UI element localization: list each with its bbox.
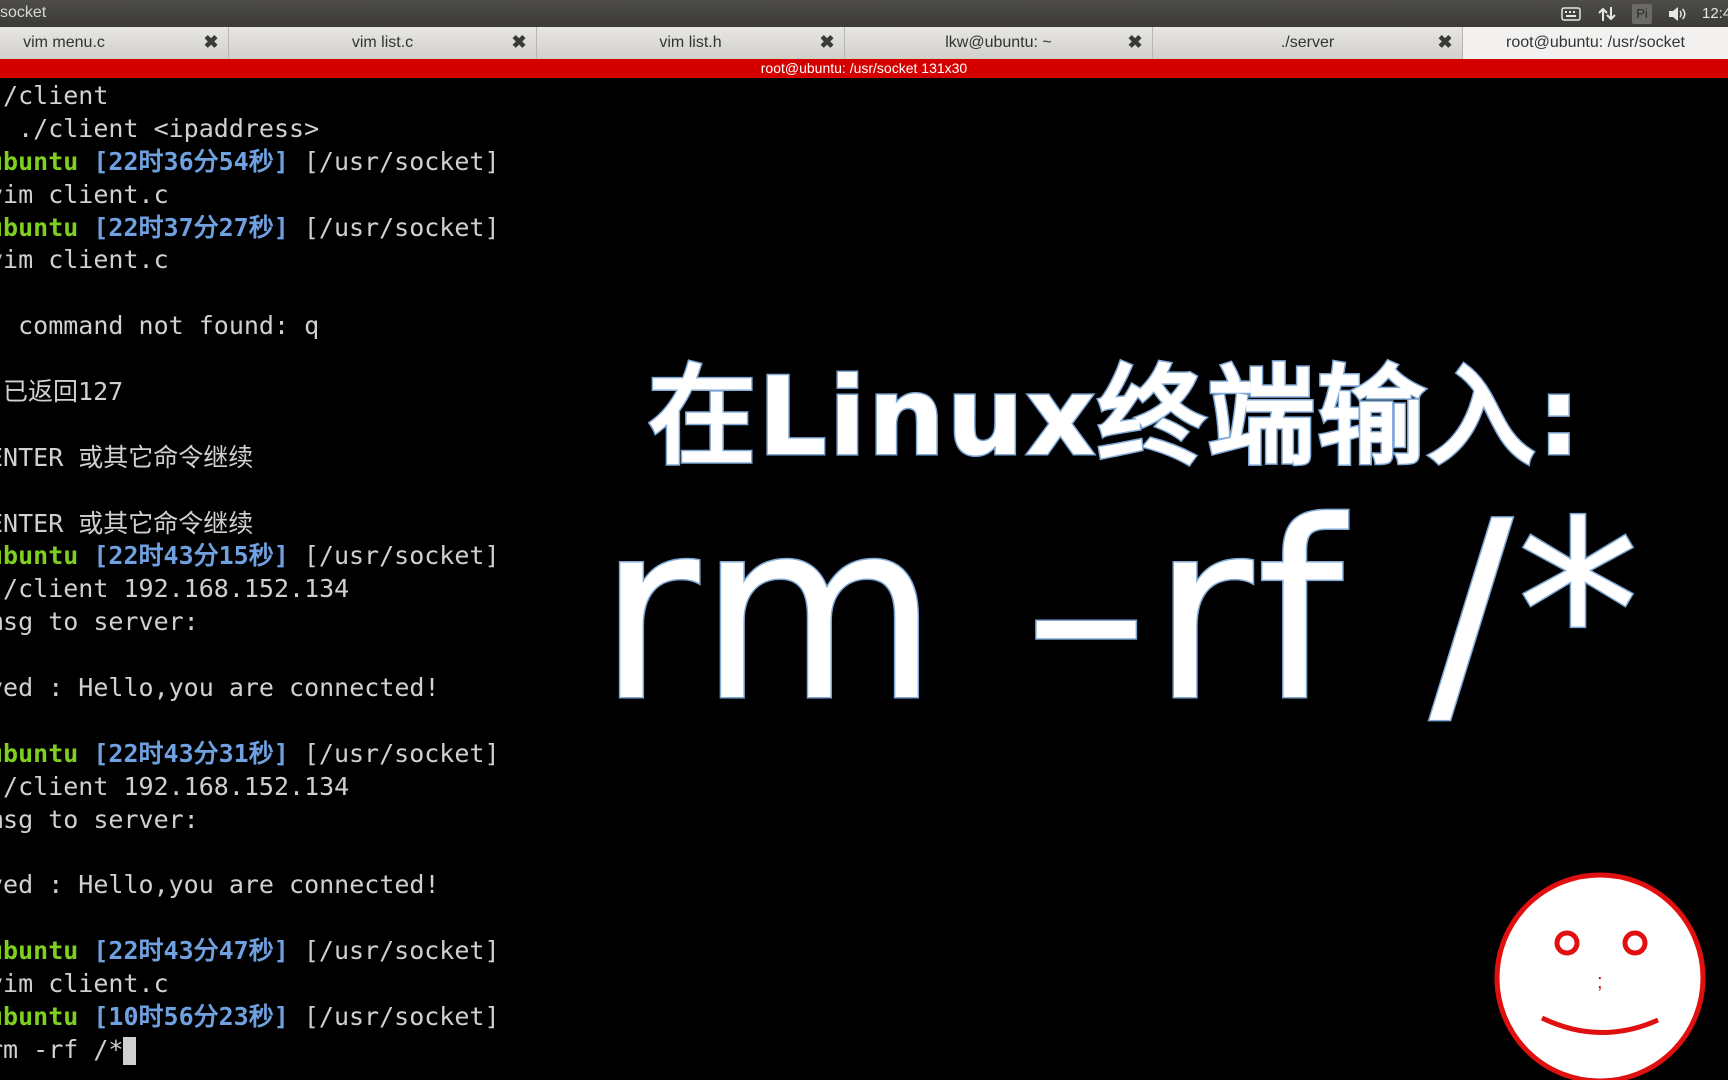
prompt-time: [10时56分23秒]	[93, 1001, 289, 1031]
prompt-path: [/usr/socket]	[288, 146, 500, 176]
close-icon[interactable]: ✖	[202, 33, 220, 51]
terminal-text: ./client 192.168.152.134	[0, 574, 350, 604]
prompt-host: ubuntu	[0, 146, 79, 176]
smiley-face: ;	[1494, 872, 1706, 1080]
tab-root-socket[interactable]: root@ubuntu: /usr/socket	[1463, 27, 1728, 59]
terminal-title-bar: root@ubuntu: /usr/socket 131x30	[0, 59, 1728, 78]
tab-vim-list-c[interactable]: vim list.c ✖	[229, 27, 537, 59]
prompt-host: ubuntu	[0, 1001, 79, 1031]
text-cursor	[123, 1036, 137, 1065]
close-icon[interactable]: ✖	[1436, 33, 1454, 51]
prompt-host: ubuntu	[0, 936, 79, 966]
tab-label: vim list.h	[659, 34, 722, 51]
prompt-host: ubuntu	[0, 541, 79, 571]
overlay-headline: 在Linux终端输入:	[647, 354, 1583, 482]
terminal-text: vim client.c	[0, 969, 169, 999]
smiley-right-eye	[1622, 930, 1648, 956]
tab-server[interactable]: ./server ✖	[1153, 27, 1463, 59]
terminal-text: msg to server:	[0, 804, 199, 834]
keyboard-icon[interactable]	[1560, 4, 1582, 24]
tab-label: vim list.c	[351, 34, 414, 51]
prompt-host: ubuntu	[0, 212, 79, 242]
close-icon[interactable]: ✖	[1126, 33, 1144, 51]
terminal-line: rm -rf /*	[0, 1034, 548, 1067]
volume-icon[interactable]	[1666, 4, 1688, 24]
terminal-line: ved : Hello,you are connected!	[0, 869, 548, 902]
terminal-text: 已返回127	[0, 377, 124, 407]
terminal-text: msg to server:	[0, 607, 199, 637]
indicator-area: Pi 12:4	[1560, 0, 1728, 27]
terminal-line: : command not found: q	[0, 310, 548, 343]
terminal-text: ./client	[0, 81, 109, 110]
terminal-line: ENTER 或其它命令继续	[0, 508, 548, 541]
terminal-line: ubuntu [22时43分47秒] [/usr/socket]	[0, 935, 548, 968]
terminal-line: ubuntu [10时56分23秒] [/usr/socket]	[0, 1001, 548, 1034]
tab-vim-list-h[interactable]: vim list.h ✖	[537, 27, 845, 59]
prompt-time: [22时43分15秒]	[93, 541, 289, 571]
terminal-line: ved : Hello,you are connected!	[0, 672, 548, 705]
prompt-time: [22时36分54秒]	[93, 146, 289, 176]
prompt-time: [22时43分47秒]	[93, 936, 289, 966]
prompt-path: [/usr/socket]	[288, 212, 500, 242]
terminal-line: ENTER 或其它命令继续	[0, 442, 548, 475]
overlay-command: rm –rf /*	[596, 470, 1644, 756]
terminal-output[interactable]: ./client: ./client <ipaddress>ubuntu [22…	[0, 80, 548, 1067]
network-icon[interactable]	[1596, 4, 1618, 24]
close-icon[interactable]: ✖	[818, 33, 836, 51]
terminal-line: msg to server:	[0, 606, 548, 639]
prompt-path: [/usr/socket]	[288, 738, 500, 768]
tab-label: lkw@ubuntu: ~	[945, 34, 1052, 51]
terminal-text: vim client.c	[0, 179, 169, 209]
clock[interactable]: 12:4	[1702, 5, 1728, 22]
terminal-line: ./client 192.168.152.134	[0, 573, 548, 606]
terminal-line: vim client.c	[0, 244, 548, 277]
prompt-host: ubuntu	[0, 738, 79, 768]
terminal-line: ./client	[0, 80, 548, 113]
prompt-time: [22时37分27秒]	[93, 212, 289, 242]
prompt-path: [/usr/socket]	[288, 1001, 500, 1031]
terminal-text: ved : Hello,you are connected!	[0, 673, 440, 703]
tab-label: ./server	[1280, 34, 1335, 51]
terminal-text: ENTER 或其它命令继续	[0, 508, 254, 538]
terminal-text: : command not found: q	[0, 311, 320, 341]
terminal-line: ./client 192.168.152.134	[0, 771, 548, 804]
prompt-path: [/usr/socket]	[288, 541, 500, 571]
prompt-path: [/usr/socket]	[288, 936, 500, 966]
tab-lkw-home[interactable]: lkw@ubuntu: ~ ✖	[845, 27, 1153, 59]
top-panel: socket Pi 12:4	[0, 0, 1728, 27]
smiley-nose: ;	[1597, 971, 1603, 993]
terminal-text: : ./client <ipaddress>	[0, 113, 320, 143]
terminal-line: : ./client <ipaddress>	[0, 113, 548, 146]
terminal-line: ubuntu [22时36分54秒] [/usr/socket]	[0, 146, 548, 179]
terminal-line: vim client.c	[0, 968, 548, 1001]
terminal-line: ubuntu [22时43分31秒] [/usr/socket]	[0, 738, 548, 771]
prompt-time: [22时43分31秒]	[93, 738, 289, 768]
tab-label: vim menu.c	[23, 34, 105, 51]
tab-label: root@ubuntu: /usr/socket	[1506, 34, 1685, 51]
window-title: socket	[0, 4, 47, 21]
close-icon[interactable]: ✖	[510, 33, 528, 51]
pinyin-input-icon[interactable]: Pi	[1632, 3, 1652, 24]
terminal-text: ENTER 或其它命令继续	[0, 442, 254, 472]
terminal-line: ubuntu [22时37分27秒] [/usr/socket]	[0, 212, 548, 245]
smiley-left-eye	[1554, 930, 1580, 956]
terminal-text: vim client.c	[0, 245, 169, 275]
terminal-line: ubuntu [22时43分15秒] [/usr/socket]	[0, 540, 548, 573]
terminal-text: rm -rf /*	[0, 1034, 124, 1064]
terminal-text: ./client 192.168.152.134	[0, 771, 350, 801]
tab-vim-menu[interactable]: vim menu.c ✖	[0, 27, 229, 59]
terminal-tabs: vim menu.c ✖ vim list.c ✖ vim list.h ✖ l…	[0, 27, 1728, 59]
terminal-text: ved : Hello,you are connected!	[0, 870, 440, 900]
terminal-line: msg to server:	[0, 804, 548, 837]
terminal-line: 已返回127	[0, 376, 548, 409]
terminal-line: vim client.c	[0, 179, 548, 212]
